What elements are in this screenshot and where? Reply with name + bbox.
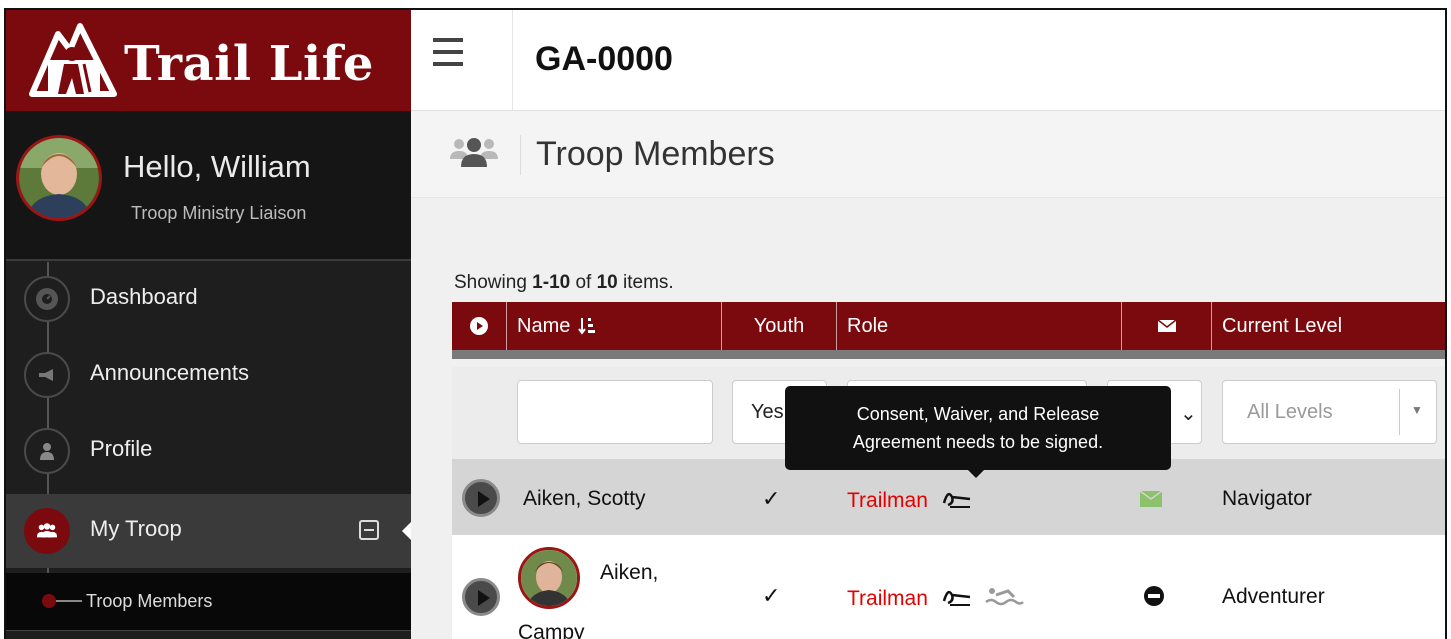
sidebar-item-profile[interactable]: Profile	[6, 414, 411, 488]
level-filter-select[interactable]: All Levels ▼	[1222, 380, 1437, 444]
avatar[interactable]	[518, 547, 580, 609]
users-icon	[36, 520, 58, 542]
top-bar: GA-0000	[411, 10, 1445, 111]
tooltip: Consent, Waiver, and Release Agreement n…	[785, 386, 1171, 478]
sidebar-item-label: My Troop	[90, 516, 182, 541]
member-name-line2[interactable]: Campy	[518, 621, 585, 639]
role-cell: Trailman	[847, 487, 972, 513]
greeting: Hello, William	[123, 149, 311, 184]
member-name-line1[interactable]: Aiken,	[600, 561, 658, 585]
column-header-email[interactable]	[1122, 302, 1212, 350]
signature-icon[interactable]	[942, 487, 972, 509]
role-cell: Trailman	[847, 585, 1024, 611]
app-window: Trail Life Hello, William Troop Ministry…	[4, 8, 1447, 639]
sidebar-item-my-troop[interactable]: My Troop	[6, 494, 411, 568]
page-title: Troop Members	[536, 135, 775, 173]
sidebar-next-item	[6, 630, 411, 639]
column-header-current-level[interactable]: Current Level	[1212, 302, 1445, 350]
member-name[interactable]: Aiken, Scotty	[523, 487, 646, 511]
dropdown-caret-icon: ▼	[1411, 403, 1423, 417]
play-circle-icon	[470, 317, 488, 335]
sidebar-item-label: Announcements	[90, 360, 249, 385]
email-ok-icon	[1139, 489, 1163, 513]
youth-check-icon: ✓	[762, 583, 781, 608]
avatar[interactable]	[16, 135, 102, 221]
collapse-icon[interactable]	[359, 520, 379, 540]
envelope-icon	[1157, 319, 1176, 332]
column-header-youth[interactable]: Youth	[722, 302, 837, 350]
table-header: Name Youth Role Current Level	[452, 302, 1445, 359]
page-header: Troop Members	[411, 111, 1445, 198]
sort-descending-icon	[578, 318, 596, 335]
sidebar-item-announcements[interactable]: Announcements	[6, 338, 411, 412]
sidebar-subitem-label: Troop Members	[86, 591, 213, 611]
dashboard-icon	[36, 288, 58, 310]
user-role: Troop Ministry Liaison	[131, 203, 307, 223]
trail-life-logo	[28, 20, 118, 103]
column-header-role[interactable]: Role	[837, 302, 1122, 350]
sidebar-item-dashboard[interactable]: Dashboard	[6, 262, 411, 336]
role-label[interactable]: Trailman	[847, 489, 928, 512]
troop-code: GA-0000	[535, 40, 673, 78]
swim-icon[interactable]	[984, 585, 1024, 607]
hamburger-menu-icon[interactable]	[433, 38, 463, 66]
table-row[interactable]: Aiken, Scotty ✓ Trailman Navigator	[452, 459, 1445, 535]
chevron-down-icon: ⌄	[1180, 403, 1197, 425]
current-level: Adventurer	[1222, 585, 1325, 608]
expand-row-button[interactable]	[462, 479, 500, 517]
signature-icon[interactable]	[942, 585, 972, 607]
expand-row-button[interactable]	[462, 578, 500, 616]
name-filter-input[interactable]	[517, 380, 713, 444]
brand-name: Trail Life	[124, 36, 374, 92]
sidebar-subitem-troop-members[interactable]: Troop Members	[6, 573, 411, 630]
no-entry-icon	[1143, 585, 1165, 613]
sidebar-item-label: Dashboard	[90, 284, 198, 309]
youth-check-icon: ✓	[762, 486, 781, 511]
brand-header[interactable]: Trail Life	[6, 10, 411, 111]
user-panel: Hello, William Troop Ministry Liaison	[6, 111, 411, 261]
current-level: Navigator	[1222, 487, 1312, 510]
megaphone-icon	[36, 364, 58, 386]
user-icon	[36, 440, 58, 462]
table-row[interactable]: Aiken, Campy ✓ Trailman Adventurer	[452, 535, 1445, 639]
results-summary: Showing 1-10 of 10 items.	[454, 272, 674, 293]
active-caret-icon	[402, 522, 411, 540]
column-header-name[interactable]: Name	[507, 302, 722, 350]
sidebar: Trail Life Hello, William Troop Ministry…	[6, 10, 411, 639]
expand-all-button[interactable]	[452, 302, 507, 350]
troop-members-icon	[449, 135, 499, 174]
sidebar-item-label: Profile	[90, 436, 153, 461]
role-label[interactable]: Trailman	[847, 587, 928, 610]
